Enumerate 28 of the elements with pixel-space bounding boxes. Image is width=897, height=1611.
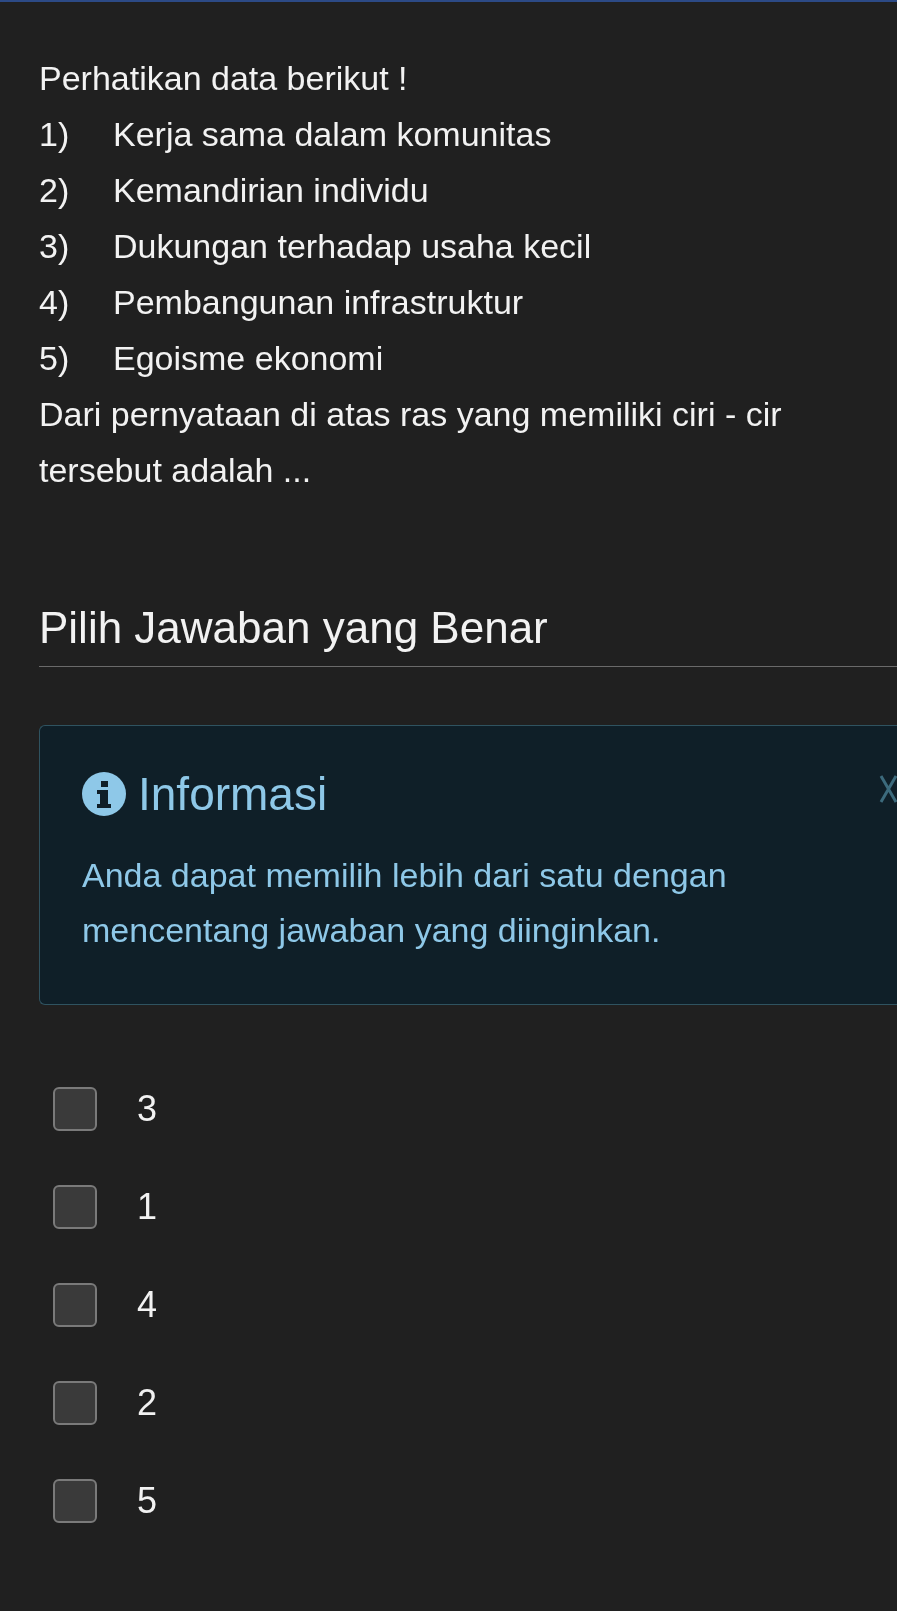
- option-label: 2: [137, 1381, 158, 1425]
- item-number: 2): [39, 170, 71, 211]
- intro-text: Perhatikan data berikut !: [39, 58, 409, 99]
- question-text: Dari pernyataan di atas ras yang memiliki ciri - cir: [39, 394, 783, 435]
- item-number: 5): [39, 338, 71, 379]
- checkbox[interactable]: [53, 1185, 97, 1229]
- item-text: Egoisme ekonomi: [113, 338, 384, 379]
- item-number: 4): [39, 282, 71, 323]
- item-text: Kerja sama dalam komunitas: [113, 114, 552, 155]
- info-message: Anda dapat memilih lebih dari satu dengan mencentang jawaban yang diinginkan.: [82, 855, 728, 951]
- option-label: 4: [137, 1283, 158, 1327]
- option-label: 3: [137, 1087, 158, 1131]
- item-number: 1): [39, 114, 71, 155]
- checkbox[interactable]: [53, 1479, 97, 1523]
- item-text: Dukungan terhadap usaha kecil: [113, 226, 592, 267]
- option-label: 1: [137, 1185, 158, 1229]
- item-text: Pembangunan infrastruktur: [113, 282, 524, 323]
- checkbox[interactable]: [53, 1283, 97, 1327]
- item-number: 3): [39, 226, 71, 267]
- checkbox[interactable]: [53, 1381, 97, 1425]
- info-icon: [82, 772, 126, 816]
- question-text: tersebut adalah ...: [39, 450, 313, 491]
- checkbox[interactable]: [53, 1087, 97, 1131]
- section-heading: Pilih Jawaban yang Benar: [39, 600, 897, 667]
- close-icon[interactable]: [879, 774, 897, 804]
- item-text: Kemandirian individu: [113, 170, 429, 211]
- info-title: Informasi: [138, 767, 328, 822]
- option-label: 5: [137, 1479, 158, 1523]
